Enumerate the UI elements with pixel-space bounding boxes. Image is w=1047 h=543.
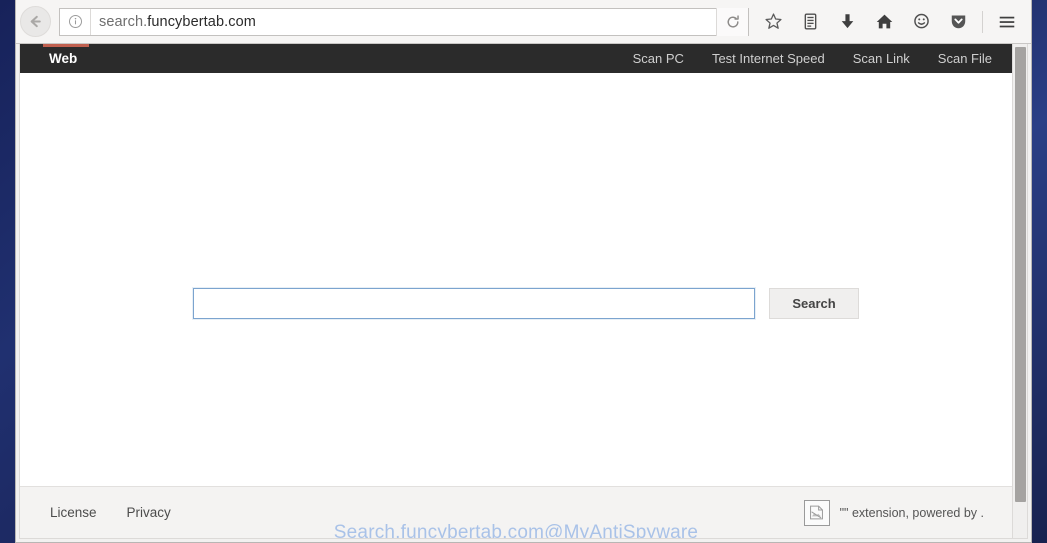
downloads-icon[interactable] — [832, 6, 863, 37]
nav-link-scan-link[interactable]: Scan Link — [839, 51, 924, 66]
search-row: Search — [193, 288, 859, 319]
url-host: funcybertab.com — [147, 13, 256, 30]
search-input[interactable] — [193, 288, 755, 319]
search-button[interactable]: Search — [769, 288, 859, 319]
footer-links: License Privacy — [50, 505, 171, 520]
reload-icon[interactable] — [716, 7, 748, 36]
page-scrollbar[interactable] — [1012, 44, 1027, 538]
search-area: Search — [20, 73, 1012, 486]
page-content: Web Scan PC Test Internet Speed Scan Lin… — [20, 44, 1012, 538]
nav-link-scan-file[interactable]: Scan File — [924, 51, 1006, 66]
sync-smiley-icon[interactable] — [906, 6, 937, 37]
scrollbar-thumb[interactable] — [1015, 47, 1026, 502]
pocket-icon[interactable] — [943, 6, 974, 37]
info-circle-icon — [69, 15, 82, 28]
address-bar[interactable]: search.funcybertab.com — [59, 7, 749, 36]
extension-credit-text: "" extension, powered by . — [839, 505, 984, 520]
site-footer: License Privacy "" extension, powered by… — [20, 486, 1012, 538]
extension-credit: "" extension, powered by . — [803, 499, 998, 526]
brand-accent-bar — [43, 44, 89, 47]
browser-window: search.funcybertab.com Web Scan PC Test … — [15, 0, 1032, 543]
site-nav-links: Scan PC Test Internet Speed Scan Link Sc… — [619, 51, 1006, 66]
nav-link-scan-pc[interactable]: Scan PC — [619, 51, 698, 66]
nav-link-test-internet-speed[interactable]: Test Internet Speed — [698, 51, 839, 66]
site-brand-label[interactable]: Web — [20, 51, 77, 66]
site-identity-box[interactable] — [60, 8, 91, 35]
url-prefix: search. — [99, 13, 148, 30]
broken-image-icon — [803, 499, 830, 526]
url-text[interactable]: search.funcybertab.com — [91, 14, 716, 30]
footer-link-license[interactable]: License — [50, 505, 97, 520]
site-navigation-bar: Web Scan PC Test Internet Speed Scan Lin… — [20, 44, 1012, 73]
back-arrow-icon[interactable] — [20, 6, 51, 37]
library-icon[interactable] — [795, 6, 826, 37]
toolbar-divider — [982, 10, 983, 33]
page-viewport: Web Scan PC Test Internet Speed Scan Lin… — [19, 44, 1028, 539]
browser-toolbar: search.funcybertab.com — [16, 0, 1031, 44]
footer-link-privacy[interactable]: Privacy — [127, 505, 171, 520]
menu-icon[interactable] — [991, 6, 1022, 37]
bookmark-star-icon[interactable] — [758, 6, 789, 37]
home-icon[interactable] — [869, 6, 900, 37]
